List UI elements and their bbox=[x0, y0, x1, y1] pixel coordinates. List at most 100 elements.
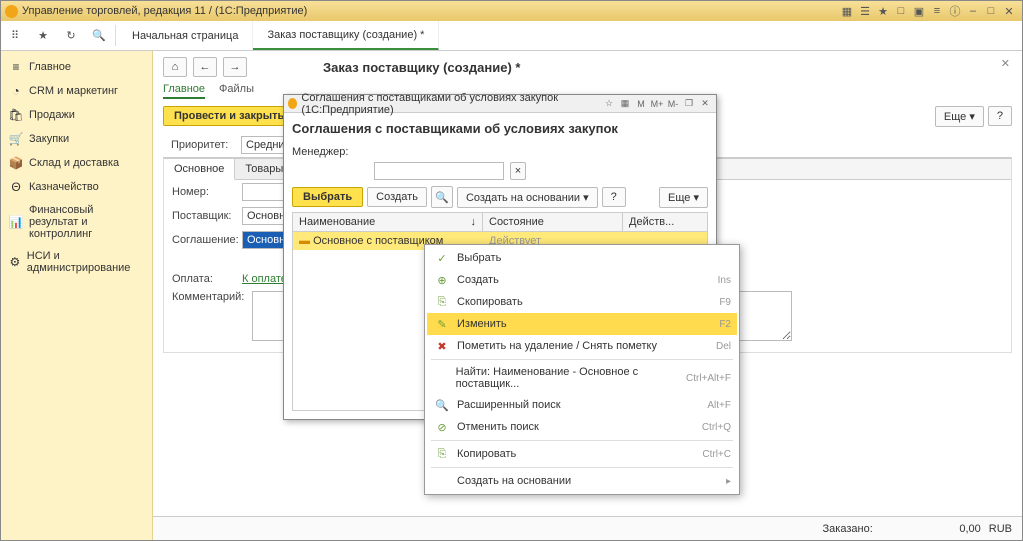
history-icon[interactable]: ↻ bbox=[57, 21, 85, 50]
subtab-files[interactable]: Файлы bbox=[219, 81, 254, 99]
number-label: Номер: bbox=[172, 186, 242, 198]
cancel-icon: ⊘ bbox=[433, 420, 451, 434]
dialog-restore-button[interactable]: ❐ bbox=[682, 97, 696, 111]
currency-label: RUB bbox=[989, 523, 1012, 535]
more-button[interactable]: Еще ▾ bbox=[935, 106, 984, 127]
manager-label: Менеджер: bbox=[292, 146, 348, 158]
sidebar-item-crm[interactable]: ◔CRM и маркетинг bbox=[1, 79, 152, 103]
chart-icon: 📊 bbox=[9, 215, 23, 229]
close-page-button[interactable]: ✕ bbox=[1001, 57, 1010, 70]
context-menu: ✓Выбрать ⊕СоздатьIns ⎘СкопироватьF9 ✎Изм… bbox=[424, 244, 740, 495]
title-tool-3[interactable]: ★ bbox=[876, 4, 890, 18]
status-footer: Заказано: 0,00 RUB bbox=[153, 516, 1022, 540]
ordered-amount: 0,00 bbox=[881, 523, 981, 535]
star-icon[interactable]: ★ bbox=[29, 21, 57, 50]
nav-back-button[interactable]: ← bbox=[193, 57, 217, 77]
tab-order[interactable]: Заказ поставщику (создание) * bbox=[253, 21, 439, 50]
title-tool-6[interactable]: ≡ bbox=[930, 4, 944, 18]
magnifier-icon: 🔍 bbox=[433, 398, 451, 412]
pencil-icon: ✎ bbox=[433, 317, 451, 331]
subtab-main[interactable]: Главное bbox=[163, 81, 205, 99]
nav-home-button[interactable]: ⌂ bbox=[163, 57, 187, 77]
dialog-mplus-button[interactable]: M+ bbox=[650, 97, 664, 111]
sidebar-item-nsi[interactable]: ⚙НСИ и администрирование bbox=[1, 245, 152, 279]
dialog-create-button[interactable]: Создать bbox=[367, 187, 427, 207]
sidebar-item-purchases[interactable]: 🛒Закупки bbox=[1, 127, 152, 151]
col-name[interactable]: Наименование↓ bbox=[293, 213, 483, 231]
ctx-delete-mark[interactable]: ✖Пометить на удаление / Снять пометкуDel bbox=[427, 335, 737, 357]
box-icon: 📦 bbox=[9, 156, 23, 170]
plus-icon: ⊕ bbox=[433, 273, 451, 287]
ctx-select[interactable]: ✓Выбрать bbox=[427, 247, 737, 269]
bag-icon: 🛍 bbox=[9, 108, 23, 122]
ctx-create-based-on[interactable]: Создать на основании▸ bbox=[427, 470, 737, 492]
dialog-more-button[interactable]: Еще ▾ bbox=[659, 187, 708, 208]
submit-button[interactable]: Провести и закрыть bbox=[163, 106, 295, 126]
title-tool-1[interactable]: ▦ bbox=[840, 4, 854, 18]
manager-input[interactable] bbox=[374, 162, 504, 180]
sidebar-item-main[interactable]: ≡Главное bbox=[1, 55, 152, 79]
gear-icon: ⚙ bbox=[9, 255, 21, 269]
dialog-mminus-button[interactable]: M- bbox=[666, 97, 680, 111]
window-titlebar: Управление торговлей, редакция 11 / (1С:… bbox=[1, 1, 1022, 21]
copy-icon: ⎘ bbox=[433, 295, 451, 309]
tab-home[interactable]: Начальная страница bbox=[118, 21, 253, 50]
pie-icon: ◔ bbox=[9, 84, 23, 98]
ctx-find[interactable]: Найти: Наименование - Основное с поставщ… bbox=[427, 362, 737, 394]
sidebar-item-finance[interactable]: 📊Финансовый результат и контроллинг bbox=[1, 199, 152, 245]
circle-icon: Θ bbox=[9, 180, 23, 194]
supplier-label: Поставщик: bbox=[172, 210, 242, 222]
title-tool-4[interactable]: □ bbox=[894, 4, 908, 18]
dialog-app-icon bbox=[288, 98, 297, 109]
sidebar-item-warehouse[interactable]: 📦Склад и доставка bbox=[1, 151, 152, 175]
help-button[interactable]: ? bbox=[988, 106, 1012, 126]
dialog-m-button[interactable]: M bbox=[634, 97, 648, 111]
agreement-label: Соглашение: bbox=[172, 234, 242, 246]
dialog-header: Соглашения с поставщиками об условиях за… bbox=[284, 113, 716, 144]
sidebar: ≡Главное ◔CRM и маркетинг 🛍Продажи 🛒Заку… bbox=[1, 51, 153, 540]
ctx-separator-2 bbox=[431, 440, 733, 441]
main-tabbar: ⠿ ★ ↻ 🔍 Начальная страница Заказ поставщ… bbox=[1, 21, 1022, 51]
ctx-separator-1 bbox=[431, 359, 733, 360]
sidebar-item-treasury[interactable]: ΘКазначейство bbox=[1, 175, 152, 199]
apps-icon[interactable]: ⠿ bbox=[1, 21, 29, 50]
title-info-icon[interactable]: ⓘ bbox=[948, 4, 962, 18]
title-tool-2[interactable]: ☰ bbox=[858, 4, 872, 18]
dialog-find-button[interactable]: 🔍 bbox=[431, 186, 453, 208]
check-icon: ✓ bbox=[433, 251, 451, 265]
dialog-basedon-button[interactable]: Создать на основании ▾ bbox=[457, 187, 598, 208]
priority-label: Приоритет: bbox=[171, 139, 241, 151]
delete-icon: ✖ bbox=[433, 339, 451, 353]
ctx-advanced-search[interactable]: 🔍Расширенный поискAlt+F bbox=[427, 394, 737, 416]
find-icon bbox=[433, 371, 450, 385]
ordered-label: Заказано: bbox=[823, 523, 873, 535]
menu-icon: ≡ bbox=[9, 60, 23, 74]
dialog-titlebar: Соглашения с поставщиками об условиях за… bbox=[284, 95, 716, 113]
dialog-tool-1[interactable]: ☆ bbox=[602, 97, 616, 111]
dialog-close-button[interactable]: ✕ bbox=[698, 97, 712, 111]
window-title: Управление торговлей, редакция 11 / (1С:… bbox=[22, 5, 307, 17]
ctx-separator-3 bbox=[431, 467, 733, 468]
ctx-create[interactable]: ⊕СоздатьIns bbox=[427, 269, 737, 291]
sidebar-item-sales[interactable]: 🛍Продажи bbox=[1, 103, 152, 127]
title-tool-5[interactable]: ▣ bbox=[912, 4, 926, 18]
dialog-help-button[interactable]: ? bbox=[602, 187, 626, 207]
manager-clear-button[interactable]: × bbox=[510, 162, 526, 180]
ctx-edit[interactable]: ✎ИзменитьF2 bbox=[427, 313, 737, 335]
formtab-main[interactable]: Основное bbox=[164, 159, 235, 180]
ctx-copy[interactable]: ⎘СкопироватьF9 bbox=[427, 291, 737, 313]
maximize-button[interactable]: □ bbox=[984, 4, 998, 18]
dialog-select-button[interactable]: Выбрать bbox=[292, 187, 363, 207]
col-state[interactable]: Состояние bbox=[483, 213, 623, 231]
comment-label: Комментарий: bbox=[172, 291, 252, 303]
search-icon[interactable]: 🔍 bbox=[85, 21, 113, 50]
ctx-clipboard-copy[interactable]: ⎘КопироватьCtrl+C bbox=[427, 443, 737, 465]
minimize-button[interactable]: – bbox=[966, 4, 980, 18]
nav-forward-button[interactable]: → bbox=[223, 57, 247, 77]
cart-icon: 🛒 bbox=[9, 132, 23, 146]
payment-label: Оплата: bbox=[172, 273, 242, 285]
col-actions[interactable]: Действ... bbox=[623, 213, 707, 231]
dialog-tool-2[interactable]: ▦ bbox=[618, 97, 632, 111]
ctx-cancel-search[interactable]: ⊘Отменить поискCtrl+Q bbox=[427, 416, 737, 438]
close-window-button[interactable]: ✕ bbox=[1002, 4, 1016, 18]
